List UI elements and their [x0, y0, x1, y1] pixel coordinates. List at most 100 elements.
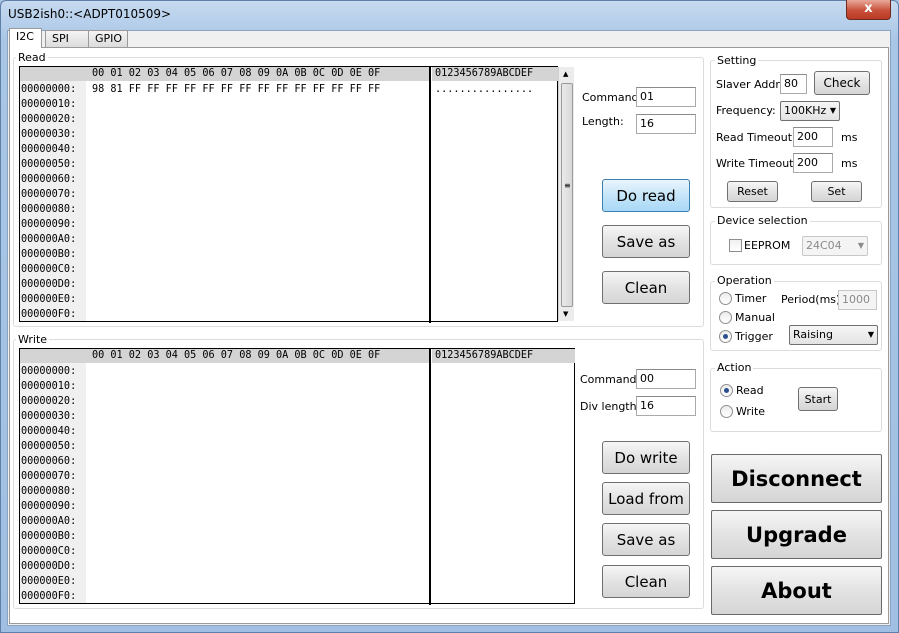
row-address: 00000070:	[21, 471, 77, 482]
row-address: 00000080:	[21, 486, 77, 497]
read-scrollbar[interactable]: ▲ ≡ ▼	[558, 67, 574, 321]
period-input[interactable]: 1000	[838, 290, 877, 310]
write-hex-header: 00 01 02 03 04 05 06 07 08 09 0A 0B 0C 0…	[20, 349, 430, 363]
do-read-button[interactable]: Do read	[602, 179, 690, 212]
read-timeout-unit: ms	[841, 131, 858, 144]
row-address: 000000B0:	[21, 249, 77, 260]
write-hex-grid[interactable]: 00 01 02 03 04 05 06 07 08 09 0A 0B 0C 0…	[19, 348, 575, 605]
period-label: Period(ms)	[781, 293, 841, 306]
write-timeout-unit: ms	[841, 157, 858, 170]
frequency-select[interactable]: 100KHz ▼	[780, 101, 840, 121]
row-address: 00000060:	[21, 456, 77, 467]
slaver-addr-label: Slaver Addr:	[716, 78, 784, 91]
row-hex-data[interactable]: 98 81 FF FF FF FF FF FF FF FF FF FF FF F…	[92, 82, 380, 97]
chevron-down-icon: ▼	[829, 106, 836, 115]
timer-label: Timer	[735, 292, 767, 305]
row-address: 000000D0:	[21, 561, 77, 572]
trigger-mode-value: Raising	[793, 328, 833, 341]
action-write-radio[interactable]	[720, 405, 733, 418]
tab-gpio[interactable]: GPIO	[88, 30, 128, 47]
load-from-button[interactable]: Load from	[602, 482, 690, 515]
row-address: 00000060:	[21, 174, 77, 185]
write-clean-button[interactable]: Clean	[602, 565, 690, 598]
action-group	[710, 368, 882, 432]
row-address: 00000050:	[21, 159, 77, 170]
row-address: 00000090:	[21, 501, 77, 512]
disconnect-button[interactable]: Disconnect	[711, 454, 882, 503]
row-address: 000000C0:	[21, 264, 77, 275]
row-address: 000000B0:	[21, 531, 77, 542]
row-ascii-data[interactable]: ................	[435, 82, 533, 97]
write-div-length-input[interactable]: 16	[636, 396, 696, 416]
row-address: 00000030:	[21, 129, 77, 140]
grip-icon: ≡	[564, 181, 571, 190]
row-address: 000000F0:	[21, 309, 77, 320]
row-address: 00000000:	[21, 84, 77, 95]
device-group-label: Device selection	[715, 214, 810, 227]
read-length-label: Length:	[582, 115, 624, 128]
row-address: 00000070:	[21, 189, 77, 200]
setting-group-label: Setting	[715, 54, 759, 67]
action-read-label: Read	[736, 384, 764, 397]
manual-label: Manual	[735, 311, 775, 324]
read-hex-header: 00 01 02 03 04 05 06 07 08 09 0A 0B 0C 0…	[20, 67, 430, 81]
read-save-as-button[interactable]: Save as	[602, 225, 690, 258]
chevron-down-icon: ▼	[857, 241, 864, 250]
action-group-label: Action	[715, 361, 754, 374]
reset-button[interactable]: Reset	[727, 181, 778, 202]
row-address: 00000030:	[21, 411, 77, 422]
row-address: 000000C0:	[21, 546, 77, 557]
row-address: 00000080:	[21, 204, 77, 215]
read-scroll-thumb[interactable]	[561, 83, 573, 307]
trigger-mode-select[interactable]: Raising ▼	[789, 325, 878, 345]
row-address: 00000040:	[21, 426, 77, 437]
frequency-value: 100KHz	[784, 104, 827, 117]
action-write-label: Write	[736, 405, 766, 418]
chevron-down-icon: ▼	[867, 330, 874, 339]
scroll-up-icon[interactable]: ▲	[563, 70, 568, 78]
do-write-button[interactable]: Do write	[602, 441, 690, 474]
row-address: 00000010:	[21, 99, 77, 110]
row-address: 00000010:	[21, 381, 77, 392]
row-address: 00000090:	[21, 219, 77, 230]
write-command-input[interactable]: 00	[636, 369, 696, 389]
read-command-label: Command:	[582, 91, 643, 104]
window-title: USB2ish0::<ADPT010509>	[8, 7, 172, 21]
read-hex-grid[interactable]: 00 01 02 03 04 05 06 07 08 09 0A 0B 0C 0…	[19, 66, 558, 323]
eeprom-checkbox[interactable]	[729, 239, 742, 252]
check-button[interactable]: Check	[814, 71, 870, 95]
write-save-as-button[interactable]: Save as	[602, 523, 690, 556]
row-address: 00000020:	[21, 396, 77, 407]
slaver-addr-input[interactable]: 80	[780, 74, 807, 94]
row-address: 000000D0:	[21, 279, 77, 290]
timer-radio[interactable]	[719, 292, 732, 305]
start-button[interactable]: Start	[798, 387, 838, 411]
row-address: 000000A0:	[21, 234, 77, 245]
read-clean-button[interactable]: Clean	[602, 271, 690, 304]
close-button[interactable]: x	[846, 0, 891, 20]
upgrade-button[interactable]: Upgrade	[711, 510, 882, 559]
read-ascii-header: 0123456789ABCDEF	[432, 67, 558, 81]
trigger-label: Trigger	[735, 330, 773, 343]
write-grid-divider	[429, 349, 431, 605]
about-button[interactable]: About	[711, 566, 882, 615]
read-group-label: Read	[16, 51, 48, 64]
set-button[interactable]: Set	[811, 181, 862, 202]
row-address: 00000040:	[21, 144, 77, 155]
read-timeout-input[interactable]: 200	[793, 127, 833, 147]
row-address: 000000A0:	[21, 516, 77, 527]
eeprom-model-select[interactable]: 24C04 ▼	[802, 236, 868, 256]
read-timeout-label: Read Timeout:	[716, 131, 796, 144]
row-address: 00000050:	[21, 441, 77, 452]
action-read-radio[interactable]	[720, 384, 733, 397]
row-address: 00000020:	[21, 114, 77, 125]
tab-spi[interactable]: SPI	[45, 30, 89, 47]
read-command-input[interactable]: 01	[636, 87, 696, 107]
write-timeout-input[interactable]: 200	[793, 153, 833, 173]
manual-radio[interactable]	[719, 311, 732, 324]
tab-i2c[interactable]: I2C	[9, 28, 42, 48]
read-length-input[interactable]: 16	[636, 114, 696, 134]
frequency-label: Frequency:	[716, 104, 776, 117]
scroll-down-icon[interactable]: ▼	[563, 310, 568, 318]
trigger-radio[interactable]	[719, 330, 732, 343]
